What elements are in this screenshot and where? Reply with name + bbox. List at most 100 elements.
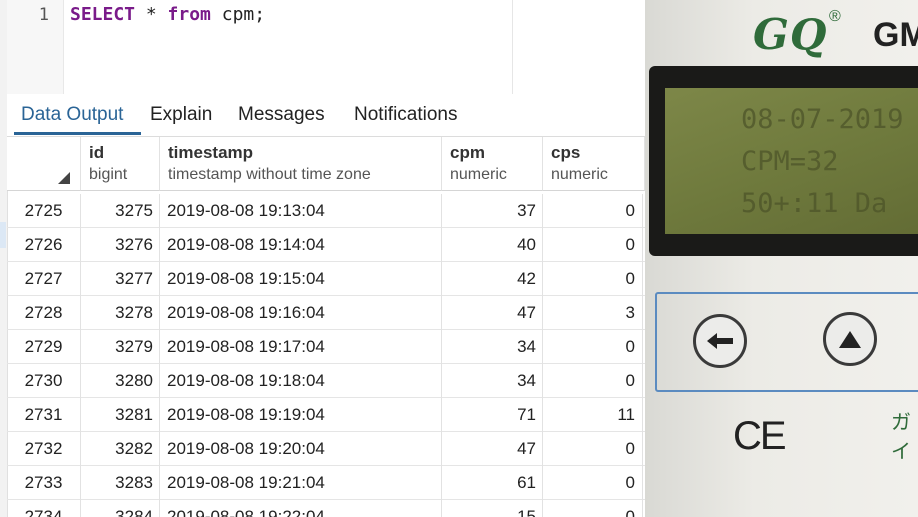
up-button [823, 312, 877, 366]
select-all-corner-icon[interactable] [58, 172, 70, 184]
tab-messages[interactable]: Messages [238, 104, 325, 126]
timestamp-cell[interactable]: 2019-08-08 19:19:04 [160, 398, 442, 432]
timestamp-cell[interactable]: 2019-08-08 19:21:04 [160, 466, 442, 500]
sql-keyword-select: SELECT [70, 4, 136, 25]
table-row[interactable]: 2727 3277 2019-08-08 19:15:04 42 0 [7, 262, 645, 296]
cps-cell[interactable]: 0 [543, 194, 643, 228]
table-row[interactable]: 2725 3275 2019-08-08 19:13:04 37 0 [7, 194, 645, 228]
active-tab-indicator [14, 132, 141, 135]
lcd-screen: 08-07-2019 CPM=32 50+:11 Da [665, 88, 918, 234]
id-cell[interactable]: 3283 [81, 466, 160, 500]
cps-cell[interactable]: 3 [543, 296, 643, 330]
query-tool-panel: 1 SELECT * from cpm; Data Output Explain… [0, 0, 645, 517]
geiger-counter-photo: GQ ® GM 08-07-2019 CPM=32 50+:11 Da CE ガ… [645, 0, 918, 517]
sql-keyword-from: from [167, 4, 211, 25]
table-row[interactable]: 2730 3280 2019-08-08 19:18:04 34 0 [7, 364, 645, 398]
column-type: numeric [450, 166, 507, 183]
id-cell[interactable]: 3280 [81, 364, 160, 398]
results-tab-bar: Data Output Explain Messages Notificatio… [7, 94, 645, 137]
column-header-cpm[interactable]: cpm numeric [442, 137, 543, 191]
cpm-cell[interactable]: 42 [442, 262, 543, 296]
timestamp-cell[interactable]: 2019-08-08 19:20:04 [160, 432, 442, 466]
cps-cell[interactable]: 0 [543, 330, 643, 364]
cps-cell[interactable]: 0 [543, 432, 643, 466]
column-type: numeric [551, 166, 608, 183]
ce-mark: CE [733, 414, 787, 458]
sql-code-line[interactable]: SELECT * from cpm; [70, 4, 265, 25]
id-cell[interactable]: 3278 [81, 296, 160, 330]
row-number-cell[interactable]: 2725 [7, 194, 81, 228]
row-number-cell[interactable]: 2730 [7, 364, 81, 398]
timestamp-cell[interactable]: 2019-08-08 19:14:04 [160, 228, 442, 262]
table-row[interactable]: 2734 3284 2019-08-08 19:22:04 15 0 [7, 500, 645, 517]
sql-editor[interactable]: 1 SELECT * from cpm; [7, 0, 645, 94]
timestamp-cell[interactable]: 2019-08-08 19:17:04 [160, 330, 442, 364]
column-name: timestamp [168, 143, 254, 162]
cpm-cell[interactable]: 47 [442, 432, 543, 466]
column-type: bigint [89, 166, 128, 183]
editor-divider [512, 0, 513, 94]
cps-cell[interactable]: 0 [543, 500, 643, 517]
id-cell[interactable]: 3275 [81, 194, 160, 228]
device-model-prefix: GM [873, 16, 918, 54]
table-row[interactable]: 2732 3282 2019-08-08 19:20:04 47 0 [7, 432, 645, 466]
cpm-cell[interactable]: 61 [442, 466, 543, 500]
lcd-line-status: 50+:11 Da [741, 188, 888, 219]
back-button [693, 314, 747, 368]
id-cell[interactable]: 3282 [81, 432, 160, 466]
timestamp-cell[interactable]: 2019-08-08 19:13:04 [160, 194, 442, 228]
registered-mark: ® [829, 8, 841, 25]
tab-explain[interactable]: Explain [150, 104, 212, 126]
row-number-cell[interactable]: 2729 [7, 330, 81, 364]
data-output-grid[interactable]: id bigint timestamp timestamp without ti… [7, 137, 645, 517]
id-cell[interactable]: 3277 [81, 262, 160, 296]
row-number-cell[interactable]: 2734 [7, 500, 81, 517]
cpm-cell[interactable]: 47 [442, 296, 543, 330]
column-name: cps [551, 143, 581, 162]
id-cell[interactable]: 3279 [81, 330, 160, 364]
id-cell[interactable]: 3284 [81, 500, 160, 517]
cpm-cell[interactable]: 71 [442, 398, 543, 432]
column-header-timestamp[interactable]: timestamp timestamp without time zone [160, 137, 442, 191]
row-number-cell[interactable]: 2727 [7, 262, 81, 296]
cpm-cell[interactable]: 34 [442, 364, 543, 398]
cps-cell[interactable]: 0 [543, 262, 643, 296]
row-number-cell[interactable]: 2733 [7, 466, 81, 500]
id-cell[interactable]: 3276 [81, 228, 160, 262]
timestamp-cell[interactable]: 2019-08-08 19:18:04 [160, 364, 442, 398]
line-number: 1 [38, 5, 49, 25]
cpm-cell[interactable]: 34 [442, 330, 543, 364]
cpm-cell[interactable]: 40 [442, 228, 543, 262]
column-header-cps[interactable]: cps numeric [543, 137, 645, 191]
cpm-cell[interactable]: 37 [442, 194, 543, 228]
table-row[interactable]: 2729 3279 2019-08-08 19:17:04 34 0 [7, 330, 645, 364]
id-cell[interactable]: 3281 [81, 398, 160, 432]
lcd-line-date: 08-07-2019 [741, 104, 904, 135]
timestamp-cell[interactable]: 2019-08-08 19:16:04 [160, 296, 442, 330]
row-number-cell[interactable]: 2728 [7, 296, 81, 330]
sql-star: * [135, 4, 168, 25]
timestamp-cell[interactable]: 2019-08-08 19:22:04 [160, 500, 442, 517]
cps-cell[interactable]: 0 [543, 364, 643, 398]
cpm-cell[interactable]: 15 [442, 500, 543, 517]
lcd-line-cpm: CPM=32 [741, 146, 839, 177]
tab-notifications[interactable]: Notifications [354, 104, 458, 126]
row-number-cell[interactable]: 2732 [7, 432, 81, 466]
cps-cell[interactable]: 11 [543, 398, 643, 432]
table-row[interactable]: 2731 3281 2019-08-08 19:19:04 71 11 [7, 398, 645, 432]
row-number-cell[interactable]: 2731 [7, 398, 81, 432]
column-type: timestamp without time zone [168, 166, 371, 183]
table-row[interactable]: 2726 3276 2019-08-08 19:14:04 40 0 [7, 228, 645, 262]
device-label-fragment: ガイ [891, 412, 911, 463]
table-row[interactable]: 2733 3283 2019-08-08 19:21:04 61 0 [7, 466, 645, 500]
timestamp-cell[interactable]: 2019-08-08 19:15:04 [160, 262, 442, 296]
sql-table-name: cpm; [210, 4, 266, 25]
cps-cell[interactable]: 0 [543, 228, 643, 262]
column-header-id[interactable]: id bigint [81, 137, 160, 191]
cps-cell[interactable]: 0 [543, 466, 643, 500]
row-number-cell[interactable]: 2726 [7, 228, 81, 262]
row-number-header[interactable] [7, 137, 81, 191]
table-row[interactable]: 2728 3278 2019-08-08 19:16:04 47 3 [7, 296, 645, 330]
tab-data-output[interactable]: Data Output [21, 104, 123, 126]
column-name: cpm [450, 143, 485, 162]
